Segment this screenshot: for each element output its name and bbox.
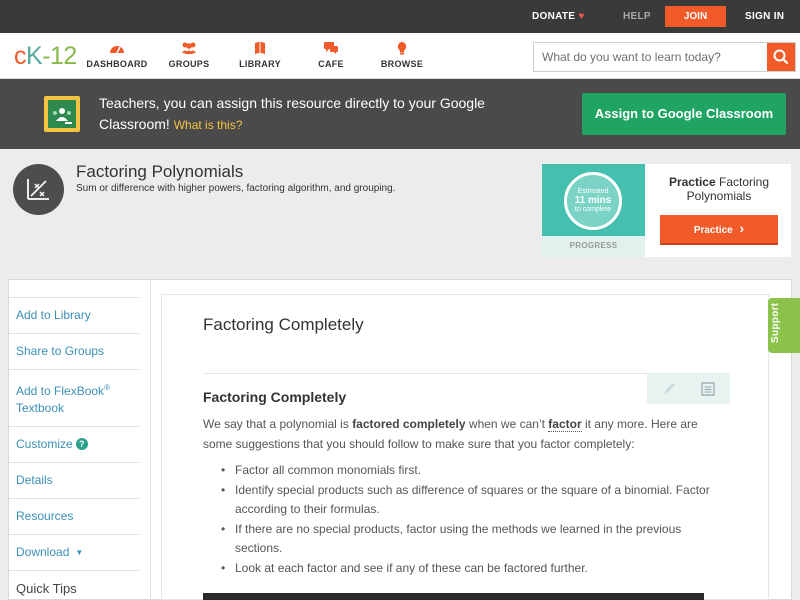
help-link[interactable]: HELP — [623, 11, 651, 22]
list-item: Look at each factor and see if any of th… — [221, 559, 731, 579]
chevron-right-icon: › — [739, 220, 745, 236]
suggestions-list: Factor all common monomials first. Ident… — [221, 461, 731, 578]
pencil-icon[interactable] — [662, 381, 676, 397]
cafe-icon — [324, 42, 338, 54]
content-toolbar — [647, 374, 730, 404]
content-title: Factoring Completely — [203, 315, 364, 334]
estimated-minutes: 11 mins — [574, 195, 612, 206]
donate-label[interactable]: DONATE — [532, 11, 575, 22]
video-player[interactable] — [203, 593, 704, 600]
sidebar-item-quick-tips[interactable]: Quick Tips — [8, 570, 139, 600]
registered-mark: ® — [104, 383, 110, 392]
ck12-logo[interactable]: cK-12 — [14, 42, 77, 71]
para-mid: when we can’t — [465, 417, 549, 431]
nav-dashboard[interactable]: DASHBOARD — [82, 41, 152, 69]
sidebar-divider — [150, 280, 151, 600]
logo-dash: - — [42, 42, 51, 70]
practice-progress-image: Estimated 11 mins to complete PROGRESS — [542, 164, 645, 257]
sidebar: Add to Library Share to Groups Add to Fl… — [8, 297, 139, 600]
heart-icon: ♥ — [578, 11, 585, 22]
nav-bar: cK-12 DASHBOARD GROUPS LIBRARY CAFE BROW… — [0, 33, 800, 79]
practice-title: Practice Factoring Polynomials — [654, 175, 784, 203]
factor-glossary-link[interactable]: factor — [548, 417, 582, 432]
dashboard-icon — [110, 46, 124, 54]
concept-title: Factoring Polynomials — [76, 162, 244, 181]
nav-dashboard-label: DASHBOARD — [86, 59, 148, 69]
practice-button[interactable]: Practice › — [660, 215, 778, 245]
logo-k: K — [26, 42, 43, 70]
nav-browse[interactable]: BROWSE — [367, 41, 437, 69]
content-heading: Factoring Completely — [203, 389, 347, 405]
notes-icon[interactable] — [700, 381, 716, 397]
nav-browse-label: BROWSE — [380, 59, 424, 69]
top-bar: DONATE ♥ HELP JOIN SIGN IN — [0, 0, 800, 33]
nav-groups[interactable]: GROUPS — [154, 41, 224, 69]
nav-groups-label: GROUPS — [168, 59, 210, 69]
content-paragraph: We say that a polynomial is factored com… — [203, 415, 730, 454]
concept-chart-icon — [13, 164, 64, 215]
progress-label: PROGRESS — [569, 241, 618, 250]
google-classroom-banner: Teachers, you can assign this resource d… — [0, 79, 800, 149]
nav-library-label: LIBRARY — [239, 59, 281, 69]
assign-google-classroom-button[interactable]: Assign to Google Classroom — [582, 93, 786, 135]
browse-icon — [397, 42, 407, 55]
help-question-icon[interactable]: ? — [75, 438, 88, 450]
caret-down-icon: ▼ — [75, 548, 84, 557]
sidebar-item-share-to-groups[interactable]: Share to Groups — [8, 333, 139, 369]
estimated-time-badge: Estimated 11 mins to complete — [564, 172, 622, 230]
groups-icon — [182, 42, 196, 54]
search-icon — [773, 49, 789, 65]
add-to-flexbook-label: Add to FlexBook — [16, 384, 105, 398]
sign-in-link[interactable]: SIGN IN — [745, 11, 784, 22]
practice-card: Estimated 11 mins to complete PROGRESS P… — [542, 164, 791, 257]
nav-cafe-label: CAFE — [318, 59, 344, 69]
textbook-label: Textbook — [16, 401, 65, 415]
donate-link[interactable]: DONATE ♥ — [532, 11, 585, 22]
search-box — [533, 42, 796, 72]
practice-title-bold: Practice — [668, 175, 716, 189]
list-item: Identify special products such as differ… — [221, 481, 731, 520]
list-item: Factor all common monomials first. — [221, 461, 731, 481]
support-label: Support — [770, 302, 781, 343]
join-button[interactable]: JOIN — [665, 6, 726, 27]
search-button[interactable] — [767, 43, 795, 71]
list-item: If there are no special products, factor… — [221, 520, 731, 559]
sidebar-item-customize[interactable]: Customize? — [8, 426, 139, 462]
library-icon — [255, 42, 265, 54]
google-classroom-icon — [44, 96, 80, 132]
concept-subtitle: Sum or difference with higher powers, fa… — [76, 183, 396, 194]
classroom-text: Teachers, you can assign this resource d… — [99, 95, 485, 132]
para-pre: We say that a polynomial is — [203, 417, 353, 431]
logo-number: 12 — [50, 42, 77, 70]
sidebar-item-resources[interactable]: Resources — [8, 498, 139, 534]
logo-c: c — [14, 42, 27, 70]
customize-label: Customize — [16, 437, 73, 451]
download-label: Download — [16, 545, 70, 559]
sidebar-item-add-to-flexbook[interactable]: Add to FlexBook® Textbook — [8, 369, 139, 426]
sidebar-item-download[interactable]: Download ▼ — [8, 534, 139, 570]
search-input[interactable] — [534, 43, 768, 71]
estimated-suffix: to complete — [574, 206, 612, 213]
practice-button-label: Practice — [693, 225, 733, 236]
para-bold: factored completely — [352, 417, 466, 431]
nav-cafe[interactable]: CAFE — [296, 41, 366, 69]
classroom-message: Teachers, you can assign this resource d… — [99, 93, 559, 136]
nav-library[interactable]: LIBRARY — [225, 41, 295, 69]
sidebar-item-add-to-library[interactable]: Add to Library — [8, 297, 139, 333]
support-tab[interactable]: Support — [768, 298, 800, 353]
content-area: Factoring Completely Factoring Completel… — [161, 294, 769, 600]
sidebar-item-details[interactable]: Details — [8, 462, 139, 498]
what-is-this-link[interactable]: What is this? — [174, 118, 243, 132]
